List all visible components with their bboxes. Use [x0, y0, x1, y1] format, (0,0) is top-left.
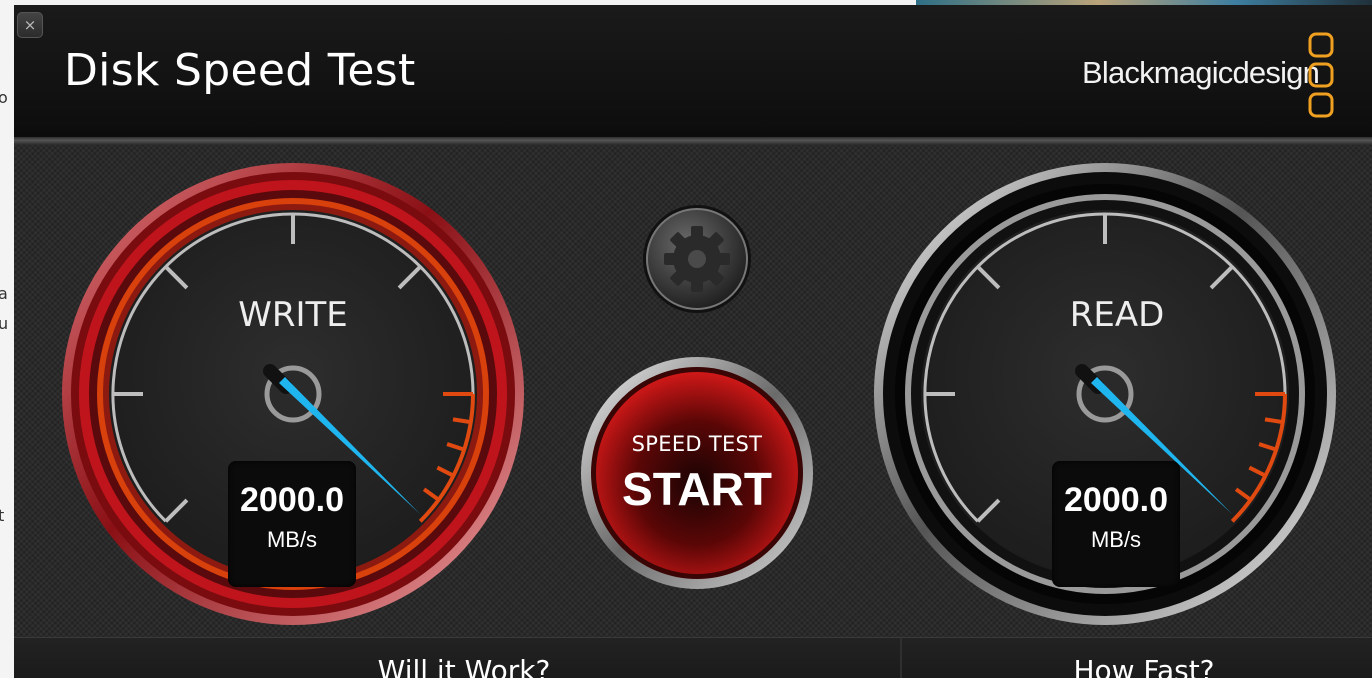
- read-gauge: READ 2000.0 MB/s: [872, 161, 1338, 627]
- title-bar: × Disk Speed Test Blackmagicdesign: [14, 5, 1372, 137]
- app-title: Disk Speed Test: [64, 45, 416, 96]
- gauge-minor-tick: [452, 417, 472, 425]
- gauge-panel: WRITE 2000.0 MB/s SPEED TEST START READ …: [14, 145, 1372, 637]
- background-text-fragment: u: [0, 314, 9, 333]
- disk-speed-test-window: × Disk Speed Test Blackmagicdesign WRITE…: [14, 5, 1372, 678]
- title-separator: [14, 137, 1372, 145]
- brand-name: Blackmagicdesign: [1082, 55, 1320, 90]
- write-speed-unit: MB/s: [266, 527, 318, 552]
- read-speed-unit: MB/s: [1090, 527, 1142, 552]
- gear-icon: [643, 205, 751, 313]
- blackmagic-logo-icon: [1308, 32, 1334, 118]
- tab-will-it-work[interactable]: Will it Work?: [314, 654, 614, 678]
- start-button-label: START: [622, 463, 772, 515]
- write-readout: 2000.0 MB/s: [228, 461, 356, 587]
- read-label: READ: [1069, 295, 1165, 335]
- read-speed-value: 2000.0: [1064, 481, 1168, 519]
- write-speed-value: 2000.0: [240, 481, 344, 519]
- background-text-fragment: t: [0, 506, 5, 525]
- bottom-divider: [900, 638, 902, 678]
- write-gauge: WRITE 2000.0 MB/s: [60, 161, 526, 627]
- background-text-fragment: a: [0, 284, 8, 303]
- close-button[interactable]: ×: [17, 12, 43, 38]
- gauge-minor-tick: [1264, 417, 1284, 425]
- start-speed-test-button[interactable]: SPEED TEST START: [580, 356, 814, 590]
- write-label: WRITE: [238, 295, 348, 335]
- settings-button[interactable]: [641, 203, 753, 315]
- background-window-strip: o a u t: [0, 0, 14, 678]
- read-readout: 2000.0 MB/s: [1052, 461, 1180, 587]
- start-button-subtitle: SPEED TEST: [631, 432, 763, 456]
- background-text-fragment: o: [0, 88, 8, 107]
- bottom-bar: Will it Work? How Fast?: [14, 637, 1372, 678]
- tab-how-fast[interactable]: How Fast?: [1014, 654, 1274, 678]
